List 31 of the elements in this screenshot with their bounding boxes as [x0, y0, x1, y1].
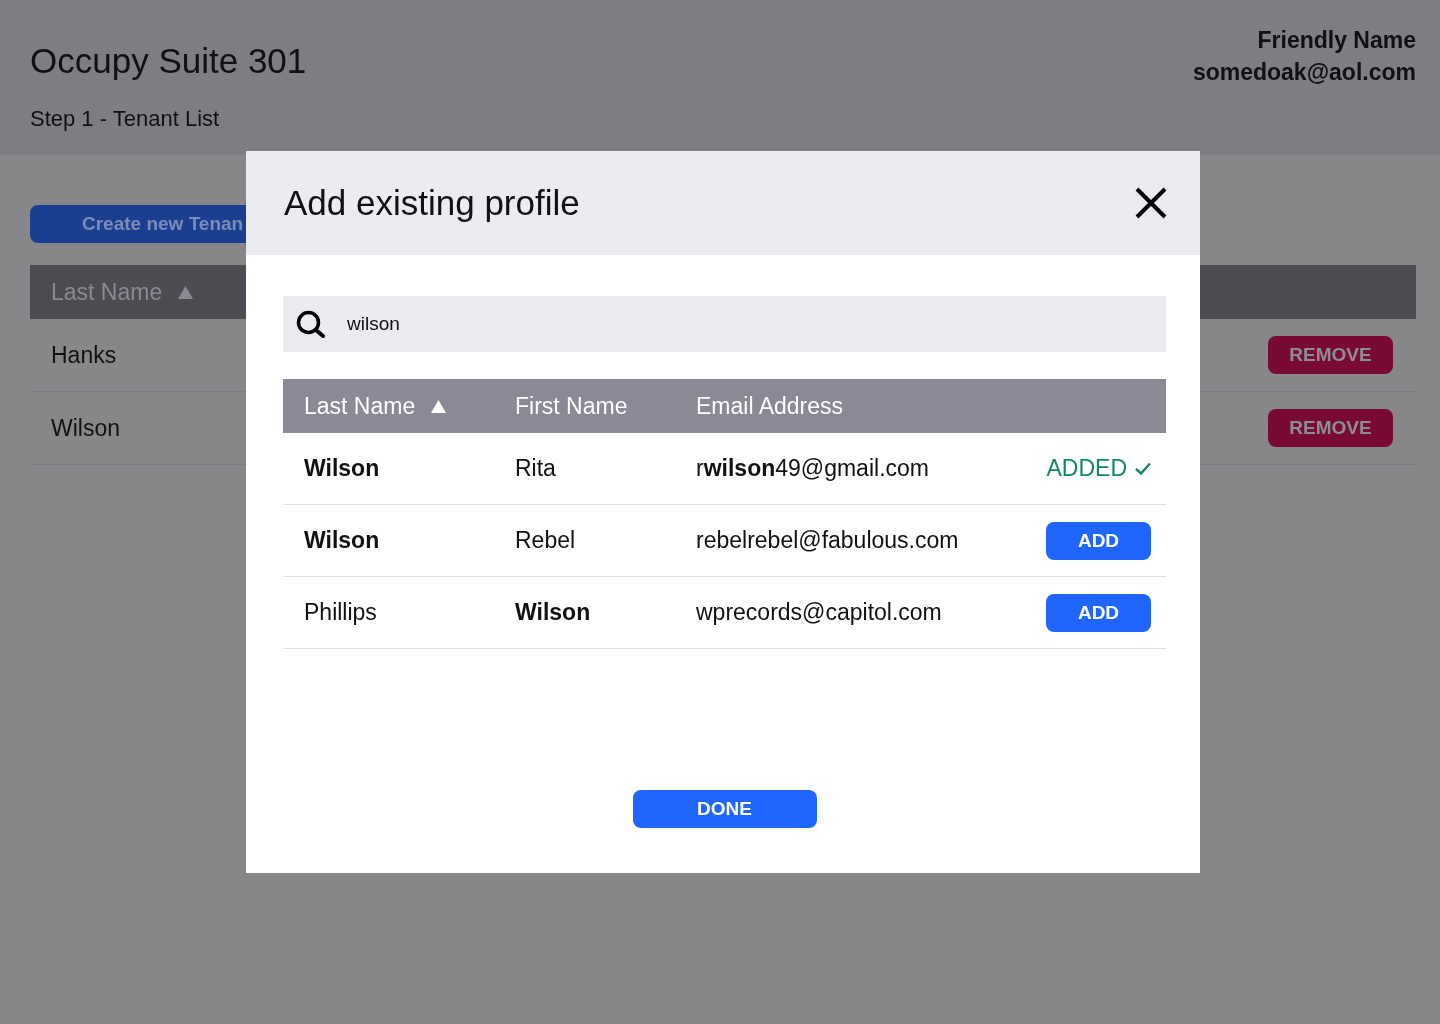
column-header[interactable]: First Name: [515, 392, 628, 419]
user-name: Friendly Name: [1256, 26, 1416, 55]
user-email: somedoak@aol.com: [1192, 58, 1416, 87]
table-cell: Rebel: [515, 527, 576, 553]
table-cell: Wilson: [51, 414, 120, 442]
step-label: Step 1 - Tenant List: [30, 106, 221, 132]
column-header[interactable]: Last Name: [51, 278, 163, 306]
remove-button[interactable]: REMOVE: [1268, 409, 1393, 447]
table-cell-text: rwilson49@gmail.com: [696, 455, 930, 482]
create-tenant-button[interactable]: Create new Tenan: [30, 205, 246, 243]
add-button[interactable]: ADD: [1046, 593, 1151, 632]
table-cell: Phillips: [304, 599, 377, 626]
close-icon[interactable]: [1135, 187, 1167, 219]
table-cell-text: rebelrebel@fabulous.com: [696, 527, 960, 554]
column-header[interactable]: Last Name: [304, 392, 416, 420]
remove-button[interactable]: REMOVE: [1268, 336, 1393, 374]
checkmark-icon: [1135, 462, 1151, 475]
table-cell: Rita: [515, 455, 556, 481]
add-button[interactable]: ADD: [1046, 521, 1151, 560]
column-header[interactable]: Email Address: [696, 392, 843, 419]
modal-title: Add existing profile: [284, 183, 580, 223]
search-field[interactable]: wilson: [283, 296, 1166, 352]
done-button[interactable]: DONE: [632, 790, 817, 828]
table-cell-text: wprecords@capitol.com: [696, 599, 943, 626]
added-status: ADDED: [1046, 455, 1127, 482]
search-icon: [296, 310, 326, 338]
table-cell: Hanks: [51, 341, 117, 369]
table-cell: Wilson: [304, 527, 380, 554]
table-cell: Wilson: [304, 455, 380, 482]
table-cell: Wilson: [515, 599, 591, 625]
page-title: Occupy Suite 301: [30, 40, 307, 82]
